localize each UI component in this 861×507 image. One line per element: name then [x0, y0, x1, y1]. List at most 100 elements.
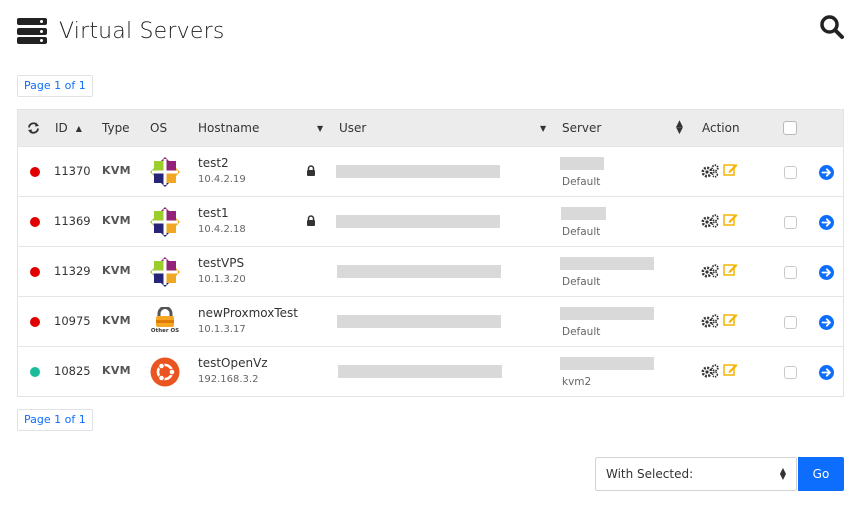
server-name: Default: [562, 326, 601, 338]
page-title: Virtual Servers: [59, 18, 225, 44]
edit-icon[interactable]: [723, 312, 738, 327]
gears-icon[interactable]: [701, 364, 719, 378]
kvm-type-logo: KVM: [102, 214, 131, 227]
arrow-right-circle-icon[interactable]: [819, 265, 834, 280]
hostname[interactable]: test1: [198, 206, 229, 220]
edit-icon[interactable]: [723, 212, 738, 227]
page-header: Virtual Servers: [17, 14, 225, 48]
column-type[interactable]: Type: [102, 110, 130, 146]
table-row[interactable]: 10975 KVM Other OS newProxmoxTest 10.1.3…: [18, 296, 843, 346]
kvm-type-logo: KVM: [102, 164, 131, 177]
ip-address: 10.1.3.20: [198, 274, 246, 285]
centos-icon: [150, 257, 180, 287]
pagination-top[interactable]: Page 1 of 1: [17, 75, 93, 97]
server-redacted: [560, 257, 654, 270]
server-stack-icon: [17, 18, 47, 44]
column-hostname[interactable]: Hostname: [198, 110, 259, 146]
other-os-icon: Other OS: [150, 307, 180, 337]
server-redacted: [560, 307, 654, 320]
kvm-type-logo: KVM: [102, 314, 131, 327]
column-server[interactable]: Server: [562, 110, 601, 146]
arrow-right-circle-icon[interactable]: [819, 215, 834, 230]
ip-address: 192.168.3.2: [198, 374, 259, 385]
row-checkbox[interactable]: [784, 216, 797, 229]
status-offline-icon: [30, 317, 40, 327]
gears-icon[interactable]: [701, 164, 719, 178]
edit-icon[interactable]: [723, 362, 738, 377]
row-checkbox[interactable]: [784, 316, 797, 329]
gears-icon[interactable]: [701, 314, 719, 328]
row-checkbox[interactable]: [784, 266, 797, 279]
arrow-right-circle-icon[interactable]: [819, 165, 834, 180]
sort-asc-icon: ▲: [75, 123, 82, 133]
status-online-icon: [30, 367, 40, 377]
kvm-type-logo: KVM: [102, 364, 131, 377]
centos-icon: [150, 207, 180, 237]
edit-icon[interactable]: [723, 262, 738, 277]
server-name: Default: [562, 276, 601, 288]
arrow-right-circle-icon[interactable]: [819, 315, 834, 330]
table-row[interactable]: 11329 KVM testVPS 10.1.3.20 Default: [18, 246, 843, 296]
server-id: 11329: [54, 264, 91, 278]
centos-icon: [150, 157, 180, 187]
other-os-label: Other OS: [150, 328, 180, 334]
column-id-label: ID: [55, 121, 68, 135]
edit-icon[interactable]: [723, 162, 738, 177]
table-row[interactable]: 11370 KVM test2 10.4.2.19 Default: [18, 146, 843, 196]
status-offline-icon: [30, 217, 40, 227]
table-row[interactable]: 11369 KVM test1 10.4.2.18 Default: [18, 196, 843, 246]
sort-desc-icon[interactable]: ▼: [540, 110, 546, 146]
select-caret-icon: ▲ ▼: [779, 466, 786, 481]
status-offline-icon: [30, 267, 40, 277]
lock-icon: [307, 215, 315, 226]
gears-icon[interactable]: [701, 214, 719, 228]
server-name: kvm2: [562, 376, 592, 388]
sort-desc-icon[interactable]: ▼: [317, 110, 323, 146]
lock-icon: [307, 165, 315, 176]
ip-address: 10.1.3.17: [198, 324, 246, 335]
gears-icon[interactable]: [701, 264, 719, 278]
column-user[interactable]: User: [339, 110, 366, 146]
server-id: 10825: [54, 364, 91, 378]
user-redacted: [338, 365, 502, 378]
user-redacted: [336, 215, 500, 228]
servers-table: ID ▲ Type OS Hostname ▼ User ▼ Server ▲ ▼…: [17, 109, 844, 397]
arrow-right-circle-icon[interactable]: [819, 365, 834, 380]
select-all-checkbox[interactable]: [783, 110, 797, 146]
hostname[interactable]: testVPS: [198, 256, 244, 270]
server-redacted: [560, 357, 654, 370]
with-selected-select[interactable]: With Selected: ▲ ▼: [595, 457, 797, 491]
row-checkbox[interactable]: [784, 366, 797, 379]
search-icon[interactable]: [819, 14, 845, 40]
pagination-bottom[interactable]: Page 1 of 1: [17, 409, 93, 431]
user-redacted: [336, 165, 500, 178]
server-redacted: [560, 157, 604, 170]
ip-address: 10.4.2.19: [198, 174, 246, 185]
hostname[interactable]: testOpenVz: [198, 356, 268, 370]
user-redacted: [337, 265, 501, 278]
hostname[interactable]: test2: [198, 156, 229, 170]
server-id: 11370: [54, 164, 91, 178]
with-selected-value: With Selected:: [606, 467, 694, 481]
refresh-icon[interactable]: [27, 110, 40, 146]
table-row[interactable]: 10825 KVM testOpenVz 192.168.3.2 kvm2: [18, 346, 843, 396]
column-action: Action: [702, 121, 740, 135]
padlock-os-icon: [156, 307, 174, 327]
user-redacted: [337, 315, 501, 328]
server-name: Default: [562, 176, 601, 188]
ubuntu-icon: [150, 357, 180, 387]
sort-both-icon[interactable]: ▲ ▼: [676, 110, 683, 146]
column-os[interactable]: OS: [150, 110, 167, 146]
server-id: 10975: [54, 314, 91, 328]
server-id: 11369: [54, 214, 91, 228]
table-header: ID ▲ Type OS Hostname ▼ User ▼ Server ▲ ▼…: [18, 110, 843, 146]
status-offline-icon: [30, 167, 40, 177]
row-checkbox[interactable]: [784, 166, 797, 179]
kvm-type-logo: KVM: [102, 264, 131, 277]
column-id[interactable]: ID ▲: [55, 110, 82, 146]
go-button[interactable]: Go: [798, 457, 844, 491]
hostname[interactable]: newProxmoxTest: [198, 306, 298, 320]
server-name: Default: [562, 226, 601, 238]
server-redacted: [561, 207, 606, 220]
ip-address: 10.4.2.18: [198, 224, 246, 235]
